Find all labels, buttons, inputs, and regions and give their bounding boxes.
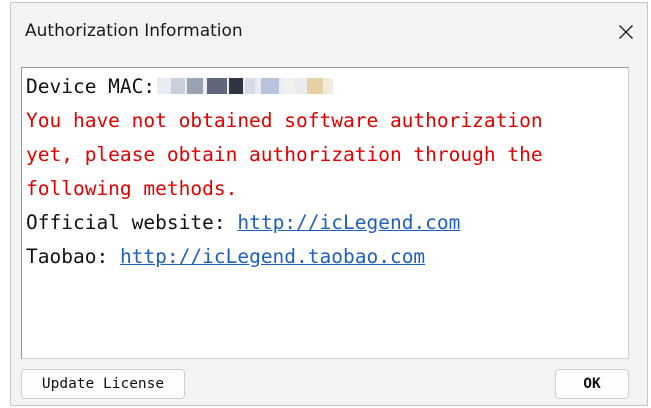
taobao-label: Taobao: [26,245,109,268]
authorization-dialog: Authorization Information Device MAC: Yo… [10,2,648,406]
warning-line-1: You have not obtained software authoriza… [26,109,543,132]
mac-address-redacted [157,77,334,94]
taobao-line: Taobao: http://icLegend.taobao.com [26,240,628,274]
device-mac-label: Device MAC: [26,75,156,98]
close-icon [619,25,633,39]
ok-button[interactable]: OK [555,369,629,399]
warning-line-2: yet, please obtain authorization through… [26,143,543,166]
official-website-line: Official website: http://icLegend.com [26,206,628,240]
title-bar: Authorization Information [11,3,647,63]
taobao-link[interactable]: http://icLegend.taobao.com [120,245,425,268]
window-title: Authorization Information [25,21,243,41]
warning-line-3: following methods. [26,177,238,200]
device-mac-line: Device MAC: [26,70,628,104]
official-website-label: Official website: [26,211,226,234]
update-license-button[interactable]: Update License [21,369,185,399]
official-website-link[interactable]: http://icLegend.com [237,211,460,234]
message-box: Device MAC: You have not obtained softwa… [21,67,629,359]
close-button[interactable] [609,15,643,49]
